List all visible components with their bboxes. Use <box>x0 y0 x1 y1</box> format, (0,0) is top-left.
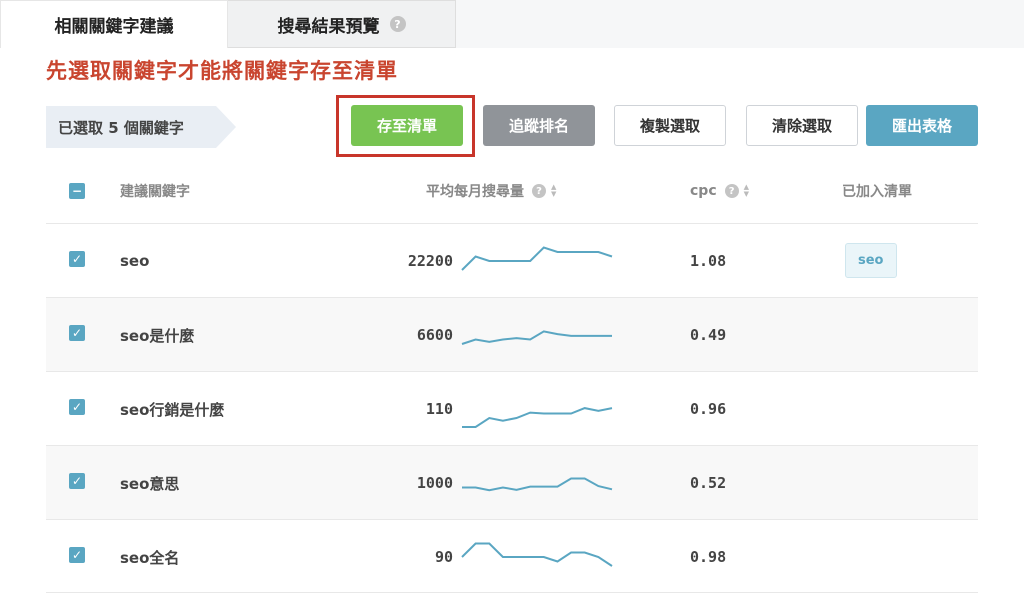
row-checkbox[interactable]: ✓ <box>69 325 85 341</box>
sort-icon[interactable]: ▲ ▼ <box>551 184 556 198</box>
help-icon[interactable]: ? <box>724 184 739 198</box>
trend-sparkline <box>461 330 612 345</box>
track-ranking-button[interactable]: 追蹤排名 <box>483 105 595 146</box>
selected-count-badge: 已選取 5 個關鍵字 <box>46 106 236 148</box>
column-header-keyword: 建議關鍵字 <box>120 184 190 200</box>
row-checkbox[interactable]: ✓ <box>69 251 85 267</box>
trend-sparkline <box>462 407 613 428</box>
sparkline-path <box>462 477 613 492</box>
trend-sparkline <box>461 542 613 567</box>
table-header: − 建議關鍵字 平均每月搜尋量 ? ▲ ▼ cpc ? ▲ ▼ 已加入清單 <box>46 166 978 216</box>
copy-selection-button[interactable]: 複製選取 <box>614 105 726 146</box>
help-icon[interactable]: ? <box>532 184 546 198</box>
table-row: ✓ seo 22200 1.08 seo <box>46 223 978 297</box>
cpc-cell: 0.49 <box>690 326 727 344</box>
help-icon[interactable]: ? <box>389 16 406 32</box>
table-bottom-border <box>46 592 978 593</box>
table-row: ✓ seo行銷是什麼 110 0.96 <box>46 371 978 445</box>
sparkline-path <box>462 407 613 428</box>
added-list-tag[interactable]: seo <box>845 243 897 278</box>
volume-cell: 1000 <box>416 474 453 492</box>
tab-related-keywords-label: 相關關鍵字建議 <box>54 17 174 37</box>
tab-serp-preview[interactable]: 搜尋結果預覽 ? <box>228 0 456 48</box>
volume-cell: 110 <box>425 400 453 418</box>
trend-sparkline <box>461 246 613 271</box>
row-checkbox[interactable]: ✓ <box>69 473 85 489</box>
tab-related-keywords[interactable]: 相關關鍵字建議 <box>0 0 228 48</box>
cpc-cell: 0.52 <box>690 474 727 492</box>
row-checkbox[interactable]: ✓ <box>69 399 85 415</box>
keyword-cell: seo全名 <box>120 548 180 567</box>
column-header-volume[interactable]: 平均每月搜尋量 ? ▲ ▼ <box>426 166 556 216</box>
volume-cell: 6600 <box>416 326 453 344</box>
keyword-cell: seo <box>120 252 150 270</box>
sort-icon[interactable]: ▲ ▼ <box>744 184 749 198</box>
tab-serp-preview-label: 搜尋結果預覽 <box>277 16 380 37</box>
table-row: ✓ seo是什麼 6600 0.49 <box>46 297 978 371</box>
select-all-checkbox[interactable]: − <box>69 183 85 199</box>
cpc-cell: 1.08 <box>690 252 727 270</box>
row-checkbox[interactable]: ✓ <box>69 547 85 563</box>
keyword-cell: seo意思 <box>120 474 180 493</box>
volume-cell: 22200 <box>407 252 453 270</box>
sparkline-path <box>461 542 613 567</box>
column-header-added: 已加入清單 <box>842 184 912 200</box>
trend-sparkline <box>462 477 613 492</box>
column-header-volume-label: 平均每月搜尋量 <box>426 184 524 200</box>
sparkline-path <box>461 330 612 345</box>
tab-bar: 相關關鍵字建議 搜尋結果預覽 ? <box>0 0 1024 48</box>
keyword-cell: seo是什麼 <box>120 326 195 345</box>
clear-selection-button[interactable]: 清除選取 <box>746 105 858 146</box>
keyword-cell: seo行銷是什麼 <box>120 400 225 419</box>
table-row: ✓ seo全名 90 0.98 <box>46 519 978 593</box>
save-to-list-button[interactable]: 存至清單 <box>351 105 463 146</box>
table-row: ✓ seo意思 1000 0.52 <box>46 445 978 519</box>
volume-cell: 90 <box>434 548 453 566</box>
warning-message: 先選取關鍵字才能將關鍵字存至清單 <box>46 59 398 83</box>
export-table-button[interactable]: 匯出表格 <box>866 105 978 146</box>
column-header-cpc[interactable]: cpc ? ▲ ▼ <box>690 166 749 216</box>
cpc-cell: 0.98 <box>690 548 727 566</box>
sparkline-path <box>461 246 613 271</box>
column-header-cpc-label: cpc <box>690 183 717 199</box>
cpc-cell: 0.96 <box>690 400 727 418</box>
